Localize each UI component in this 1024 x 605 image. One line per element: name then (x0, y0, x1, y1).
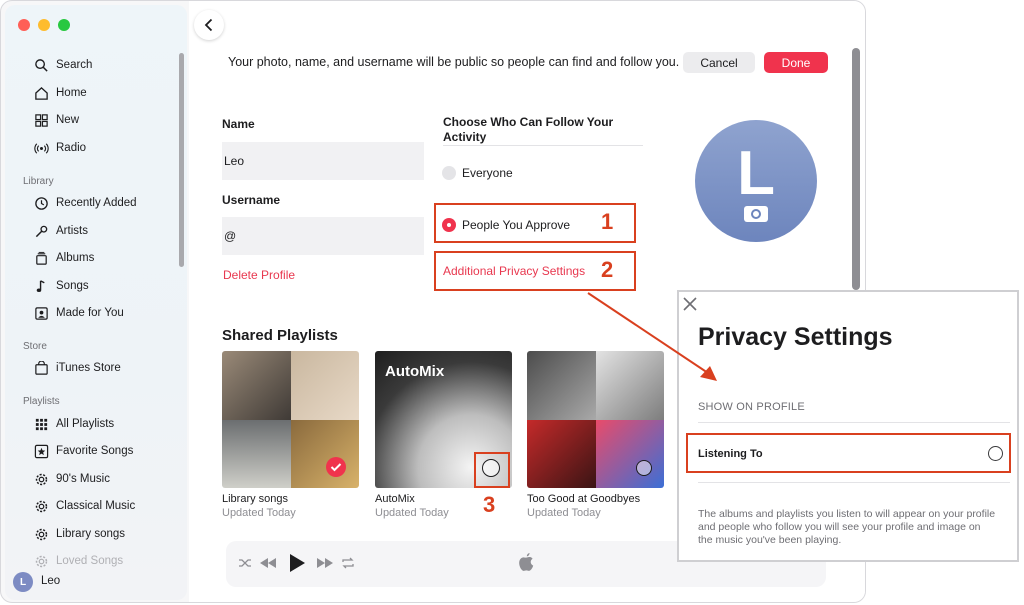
annotation-arrow (587, 292, 717, 381)
